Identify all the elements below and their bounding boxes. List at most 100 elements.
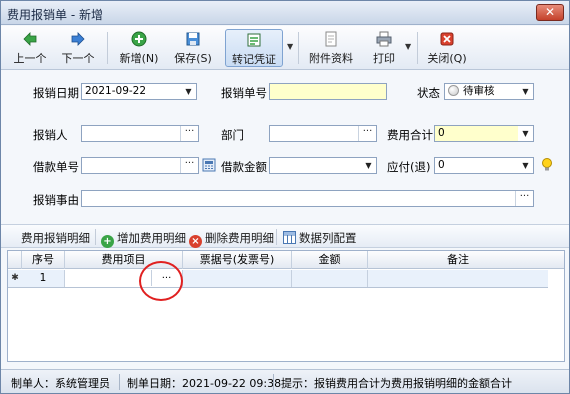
attachments-button[interactable]: 附件资料: [305, 29, 357, 67]
dept-lookup-button[interactable]: ···: [358, 126, 376, 141]
arrow-left-icon: [22, 31, 38, 47]
dept-field[interactable]: ···: [269, 125, 377, 142]
status-label: 状态: [417, 86, 440, 100]
new-row-indicator: ✱: [11, 273, 19, 283]
detail-title: 费用报销明细: [21, 231, 90, 245]
toolbar-divider: [107, 32, 108, 64]
toolbar-divider: [276, 229, 277, 245]
status-value: 待审核: [463, 85, 495, 97]
invoice-cell[interactable]: [183, 270, 292, 287]
next-button[interactable]: 下一个: [57, 29, 99, 67]
detail-toolbar: 费用报销明细 + 增加费用明细 × 删除费用明细 数据列配置: [1, 224, 569, 248]
status-bar: 制单人：系统管理员 制单日期：2021-09-22 09:38 提示：报销费用合…: [1, 369, 569, 393]
add-detail-label: 增加费用明细: [117, 231, 186, 245]
chevron-down-icon[interactable]: ▼: [518, 158, 533, 173]
arrow-right-icon: [70, 31, 86, 47]
docno-field[interactable]: [269, 83, 387, 100]
loan-amount-field[interactable]: ▼: [269, 157, 377, 174]
payable-label: 应付(退): [387, 160, 431, 174]
person-field[interactable]: ···: [81, 125, 199, 142]
floppy-disk-icon: [185, 31, 201, 47]
date-field[interactable]: 2021-09-22 ▼: [81, 83, 197, 100]
chevron-down-icon[interactable]: ▼: [518, 84, 533, 99]
print-label: 打印: [373, 52, 395, 65]
make-date-text: 制单日期：2021-09-22 09:38: [127, 377, 282, 390]
payable-value: 0: [438, 159, 445, 171]
loan-no-field[interactable]: ···: [81, 157, 199, 174]
next-label: 下一个: [61, 52, 95, 65]
prev-button[interactable]: 上一个: [11, 29, 49, 67]
person-lookup-button[interactable]: ···: [180, 126, 198, 141]
plus-icon: +: [101, 235, 114, 248]
docno-label: 报销单号: [221, 86, 267, 100]
chevron-down-icon[interactable]: ▼: [181, 84, 196, 99]
column-header[interactable]: 序号: [22, 251, 65, 269]
reason-lookup-button[interactable]: ···: [515, 191, 533, 206]
table-row[interactable]: ✱ 1 ···: [8, 270, 548, 288]
column-header[interactable]: 金额: [292, 251, 368, 269]
calculator-icon[interactable]: [202, 158, 216, 175]
window-title: 费用报销单 - 新增: [7, 8, 103, 22]
row-index-cell[interactable]: 1: [22, 270, 65, 287]
add-label: 新增(N): [119, 52, 159, 65]
window-close-button[interactable]: ✕: [536, 4, 564, 21]
attachments-label: 附件资料: [309, 52, 353, 65]
chevron-down-icon[interactable]: ▼: [361, 158, 376, 173]
statusbar-divider: [119, 374, 120, 390]
table-settings-icon: [283, 231, 296, 247]
main-toolbar: 上一个 下一个 新增(N) 保存(S) 转记凭证 ▼ 附件资料 打印 ▼ 关闭(…: [1, 26, 569, 70]
delete-detail-button[interactable]: × 删除费用明细: [189, 230, 274, 248]
expense-report-window: 费用报销单 - 新增 ✕ 上一个 下一个 新增(N) 保存(S) 转记凭证 ▼ …: [0, 0, 570, 394]
loan-no-lookup-button[interactable]: ···: [180, 158, 198, 173]
column-header[interactable]: 票据号(发票号): [183, 251, 292, 269]
payable-field[interactable]: 0 ▼: [434, 157, 534, 174]
attachment-icon: [323, 31, 339, 47]
person-label: 报销人: [33, 128, 68, 142]
lightbulb-icon[interactable]: [541, 157, 553, 176]
dept-label: 部门: [221, 128, 244, 142]
title-bar: 费用报销单 - 新增 ✕: [1, 1, 569, 25]
row-indicator-header: [8, 251, 22, 269]
add-button[interactable]: 新增(N): [115, 29, 163, 67]
close-button[interactable]: 关闭(Q): [423, 29, 471, 67]
total-field[interactable]: 0 ▼: [434, 125, 534, 142]
save-label: 保存(S): [174, 52, 212, 65]
voucher-icon: [246, 32, 262, 48]
reason-field[interactable]: ···: [81, 190, 534, 207]
column-config-label: 数据列配置: [299, 231, 357, 245]
loan-amount-label: 借款金额: [221, 160, 267, 174]
toolbar-divider: [298, 32, 299, 64]
total-label: 费用合计: [387, 128, 433, 142]
column-config-button[interactable]: 数据列配置: [283, 230, 357, 247]
close-icon: [439, 31, 455, 47]
printer-icon: [376, 31, 392, 47]
add-detail-button[interactable]: + 增加费用明细: [101, 230, 186, 248]
date-label: 报销日期: [33, 86, 79, 100]
delete-detail-label: 删除费用明细: [205, 231, 274, 245]
statusbar-divider: [273, 374, 274, 390]
save-button[interactable]: 保存(S): [169, 29, 217, 67]
loan-no-label: 借款单号: [33, 160, 79, 174]
header-form: 报销日期 2021-09-22 ▼ 报销单号 状态 待审核 ▼ 报销人 ··· …: [1, 71, 569, 216]
post-voucher-label: 转记凭证: [232, 53, 276, 66]
note-cell[interactable]: [368, 270, 548, 287]
print-dropdown-icon[interactable]: ▼: [405, 42, 411, 51]
grid-header: 序号 费用项目 票据号(发票号) 金额 备注: [8, 251, 564, 269]
chevron-down-icon[interactable]: ▼: [518, 126, 533, 141]
highlight-annotation-circle: [139, 261, 183, 301]
post-voucher-button[interactable]: 转记凭证: [225, 29, 283, 67]
reason-label: 报销事由: [33, 193, 79, 207]
hint-text: 提示：报销费用合计为费用报销明细的金额合计: [281, 377, 512, 390]
column-header[interactable]: 备注: [368, 251, 548, 269]
status-circle-icon: [448, 85, 459, 96]
close-label: 关闭(Q): [427, 52, 467, 65]
post-voucher-dropdown-icon[interactable]: ▼: [287, 42, 293, 51]
prev-label: 上一个: [13, 52, 47, 65]
status-field[interactable]: 待审核 ▼: [444, 83, 534, 100]
print-button[interactable]: 打印: [365, 29, 403, 67]
maker-text: 制单人：系统管理员: [11, 377, 110, 390]
total-value: 0: [438, 127, 445, 139]
amount-cell[interactable]: [292, 270, 368, 287]
plus-icon: [131, 31, 147, 47]
date-value: 2021-09-22: [85, 85, 147, 97]
